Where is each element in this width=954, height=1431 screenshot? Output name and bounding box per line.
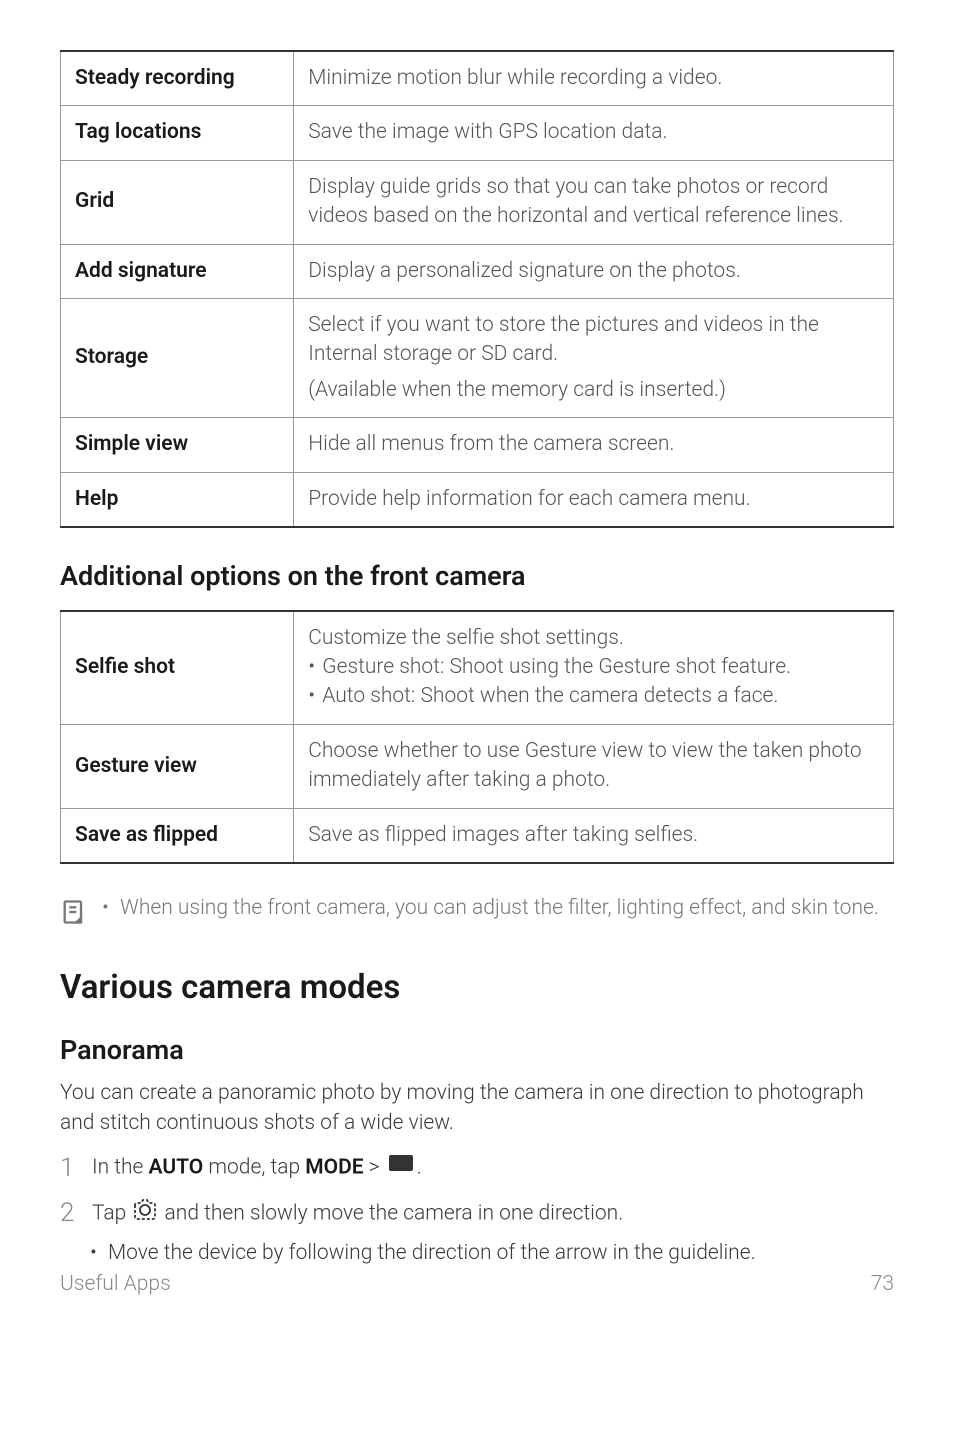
step-number: 2 [60,1195,80,1231]
row-desc-bullet: Gesture shot: Shoot using the Gesture sh… [308,653,879,682]
row-label: Add signature [61,244,294,298]
row-desc: Choose whether to use Gesture view to vi… [294,724,894,808]
text-fragment: Tap [92,1201,131,1225]
note-icon [60,898,88,935]
row-desc: Display guide grids so that you can take… [294,160,894,244]
step-text: In the AUTO mode, tap MODE > . [92,1150,422,1183]
row-desc: Select if you want to store the pictures… [294,298,894,417]
row-label: Steady recording [61,51,294,106]
panorama-intro: You can create a panoramic photo by movi… [60,1079,894,1138]
text-fragment: In the [92,1155,149,1179]
page-footer: Useful Apps 73 [60,1270,894,1299]
step-text: Tap and then slowly move the camera in o… [92,1195,623,1229]
row-desc-intro: Customize the selfie shot settings. [308,624,879,653]
sub-heading-panorama: Panorama [60,1032,894,1070]
row-desc-bullet: Auto shot: Shoot when the camera detects… [308,682,879,711]
row-label: Grid [61,160,294,244]
settings-table-2: Selfie shot Customize the selfie shot se… [60,610,894,864]
row-label: Gesture view [61,724,294,808]
row-desc: Display a personalized signature on the … [294,244,894,298]
step-sub-bullet: Move the device by following the directi… [60,1239,894,1268]
step-2: 2 Tap and then slowly move the camera in… [60,1195,894,1231]
main-heading-camera-modes: Various camera modes [60,965,894,1011]
section-heading-front-camera: Additional options on the front camera [60,558,894,596]
row-desc-line1: Select if you want to store the pictures… [308,311,879,370]
text-fragment: > [364,1155,385,1179]
row-label: Simple view [61,418,294,472]
row-desc-line2: (Available when the memory card is inser… [308,376,879,405]
row-desc: Save as flipped images after taking self… [294,808,894,863]
row-label: Help [61,472,294,527]
text-bold: MODE [305,1155,363,1179]
row-label: Selfie shot [61,611,294,725]
footer-section: Useful Apps [60,1270,171,1299]
note-text: When using the front camera, you can adj… [102,894,879,923]
camera-shutter-icon [133,1198,157,1229]
row-label: Tag locations [61,106,294,160]
row-desc: Minimize motion blur while recording a v… [294,51,894,106]
settings-table-1: Steady recording Minimize motion blur wh… [60,50,894,528]
text-fragment: mode, tap [203,1155,305,1179]
row-label: Storage [61,298,294,417]
step-number: 1 [60,1150,80,1186]
panorama-icon [387,1153,415,1182]
note-box: When using the front camera, you can adj… [60,894,894,935]
row-desc: Customize the selfie shot settings. Gest… [294,611,894,725]
row-desc: Save the image with GPS location data. [294,106,894,160]
row-desc: Provide help information for each camera… [294,472,894,527]
text-bold: AUTO [149,1155,204,1179]
row-label: Save as flipped [61,808,294,863]
step-list: 1 In the AUTO mode, tap MODE > . 2 Tap a… [60,1150,894,1268]
text-fragment: . [417,1155,422,1179]
step-1: 1 In the AUTO mode, tap MODE > . [60,1150,894,1186]
footer-page-number: 73 [871,1270,894,1299]
text-fragment: and then slowly move the camera in one d… [159,1201,623,1225]
row-desc: Hide all menus from the camera screen. [294,418,894,472]
